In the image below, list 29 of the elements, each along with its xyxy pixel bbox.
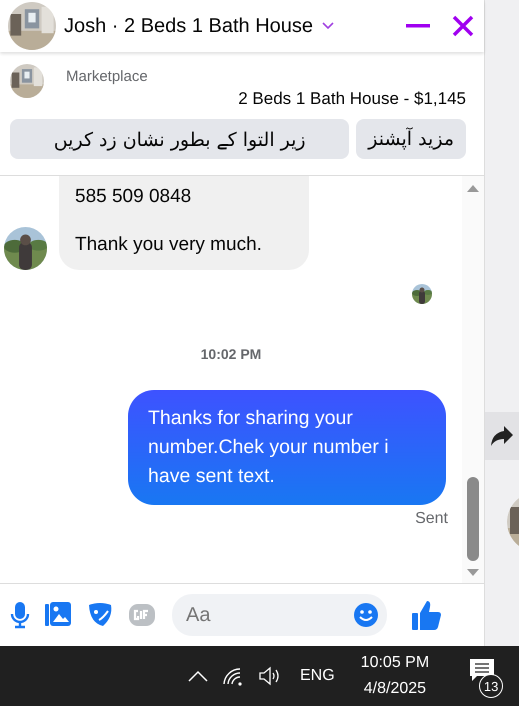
chevron-up-icon[interactable] bbox=[188, 670, 208, 682]
emoji-icon[interactable] bbox=[353, 602, 379, 628]
clock-date[interactable]: 4/8/2025 bbox=[364, 676, 426, 702]
message-field[interactable]: Aa bbox=[172, 594, 387, 636]
scroll-up-icon[interactable] bbox=[467, 184, 479, 192]
scrollbar-thumb[interactable] bbox=[467, 477, 479, 561]
listing-title: 2 Beds 1 Bath House - $1,145 bbox=[237, 89, 466, 109]
message-timestamp: 10:02 PM bbox=[200, 346, 262, 362]
listing-source: Marketplace bbox=[66, 68, 149, 85]
share-icon bbox=[490, 425, 514, 447]
mark-pending-button[interactable]: زیر التوا کے بطور نشان زد کریں bbox=[10, 119, 350, 159]
clock-time[interactable]: 10:05 PM bbox=[360, 650, 430, 676]
notification-count: 13 bbox=[479, 674, 504, 698]
more-options-button[interactable]: مزید آپشنز bbox=[356, 119, 466, 159]
received-message: 585 509 0848 Thank you very much. bbox=[59, 176, 309, 270]
close-icon[interactable] bbox=[452, 15, 474, 37]
chat-title: Josh · 2 Beds 1 Bath House bbox=[64, 14, 314, 38]
language-indicator[interactable]: ENG bbox=[300, 667, 335, 685]
scroll-down-icon[interactable] bbox=[467, 569, 479, 577]
wifi-icon[interactable] bbox=[222, 666, 244, 686]
like-icon[interactable] bbox=[411, 599, 443, 631]
microphone-icon[interactable] bbox=[10, 601, 30, 629]
message-status: Sent bbox=[415, 510, 448, 528]
sent-message: Thanks for sharing your number.Chek your number i have sent text. bbox=[128, 390, 446, 505]
minimize-icon[interactable] bbox=[406, 23, 430, 29]
sticker-icon[interactable] bbox=[86, 601, 114, 629]
chevron-down-icon[interactable] bbox=[321, 21, 336, 31]
image-icon[interactable] bbox=[44, 601, 72, 629]
share-button[interactable] bbox=[485, 412, 519, 460]
